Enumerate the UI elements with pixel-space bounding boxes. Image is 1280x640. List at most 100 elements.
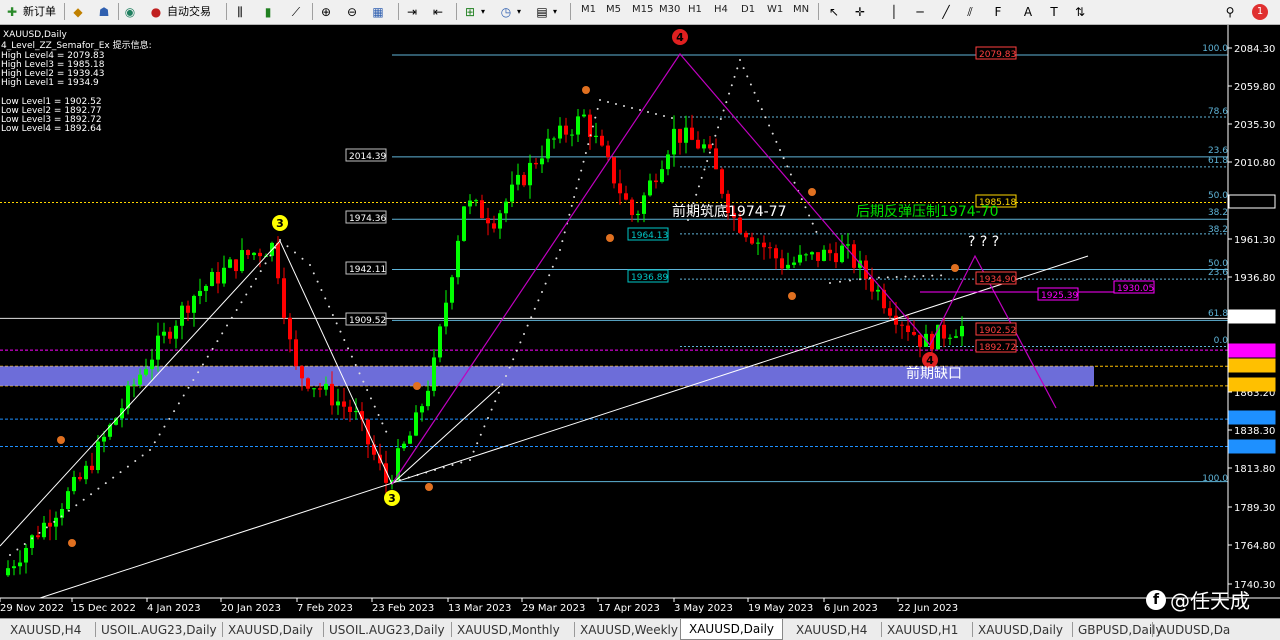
chart-tab[interactable]: XAUUSD,H1 [887,621,958,639]
text-label-button[interactable]: T [1046,2,1062,21]
notifications-button[interactable]: 1 [1252,2,1268,21]
candle-body [162,331,166,336]
candle-body [456,240,460,278]
chart-tab[interactable]: XAUUSD,H4 [10,621,81,639]
candlestick [462,206,466,242]
timeframe-d1[interactable]: D1 [741,4,755,15]
stop-dot [877,276,880,279]
candle-body [420,406,424,413]
date-tick-label: 6 Jun 2023 [824,603,878,614]
chart-tab[interactable]: AUDUSD,Da [1158,621,1230,639]
timeframe-m15[interactable]: M15 [632,4,653,15]
chart-tab[interactable]: XAUUSD,Weekly [580,621,678,639]
date-tick-label: 13 Mar 2023 [448,603,511,614]
candle-body [348,406,352,413]
candle-body [426,390,430,407]
stop-dot [530,316,533,319]
timeframe-h4[interactable]: H4 [714,4,728,15]
candle-body [342,401,346,407]
stop-dot [505,375,507,377]
stop-dot [808,214,811,217]
zoom-in-button[interactable]: ⊕ [318,2,334,21]
chart-tab[interactable]: USOIL.AUG23,Daily [101,621,217,639]
horizontal-line-button[interactable]: ─ [912,2,928,21]
timeframe-m1[interactable]: M1 [581,4,596,15]
stop-dot [742,67,745,70]
market-button[interactable]: ◉ [122,2,138,21]
stop-dot [559,249,561,251]
stop-dot [230,316,233,319]
candle-body [576,116,580,135]
stop-dot [839,280,841,283]
line-chart-button[interactable]: ⟋ [288,2,304,21]
signals-button[interactable]: ☗ [96,2,112,21]
autoscroll-button[interactable]: ⇥ [404,2,420,21]
chart-tab[interactable]: XAUUSD,H4 [796,621,867,639]
stop-dot [497,391,500,394]
templates-button[interactable]: ▤ ▾ [534,2,557,21]
price-chart[interactable]: 4334 100.078.623.661.850.038.238.250.023… [0,25,1280,618]
weibo-logo-icon: f [1146,589,1166,610]
timeframe-mn[interactable]: MN [793,4,809,15]
candle-body [144,369,148,375]
candle-chart-button[interactable]: ▮ [260,2,276,21]
cursor-button[interactable]: ↖ [826,2,842,21]
channel-button[interactable]: ⫽ [962,2,978,21]
trendline-button[interactable]: ╱ [938,2,954,21]
stop-dot [533,307,536,310]
candle-body [960,325,964,337]
periods-button[interactable]: ◷ ▾ [498,2,521,21]
indicators-button[interactable]: ⊞ ▾ [462,2,485,21]
stop-dot [149,449,151,451]
search-button[interactable]: ⚲ [1222,2,1238,21]
stop-dot [615,103,617,105]
zoom-out-button[interactable]: ⊖ [344,2,360,21]
stop-dot [226,324,229,327]
text-button[interactable]: A [1020,2,1036,21]
semafor-dot [413,382,421,390]
timeframe-h1[interactable]: H1 [688,4,702,15]
tile-windows-button[interactable]: ▦ [370,2,386,21]
price-box-label: 1964.13 [631,231,668,241]
stop-dot [811,222,814,225]
fib-level-label: 61.8 [1208,156,1228,166]
crosshair-button[interactable]: ✛ [852,2,868,21]
chart-tab[interactable]: XAUUSD,Daily [228,621,313,639]
timeframe-w1[interactable]: W1 [767,4,783,15]
chart-tab[interactable]: USOIL.AUG23,Daily [329,621,445,639]
timeframe-m5[interactable]: M5 [606,4,621,15]
chart-tab[interactable]: XAUUSD,Monthly [457,621,560,639]
candle-body [138,374,142,385]
date-tick-label: 7 Feb 2023 [297,603,353,614]
stop-dot [339,330,342,333]
stop-dot [259,270,262,273]
bar-chart-button[interactable]: ⫼ [232,2,248,21]
stop-dot [607,101,609,103]
fibonacci-button[interactable]: F [990,2,1006,21]
stop-dot [895,276,898,278]
stop-dot [859,278,861,281]
stop-dot [264,262,267,265]
candle-body [66,491,70,509]
candle-body [708,144,712,149]
vertical-line-button[interactable]: │ [886,2,902,21]
new-order-button[interactable]: ✚ 新订单 [4,2,56,21]
candlestick [438,323,442,363]
stop-dot [173,410,176,413]
price-tick-label: 2084.30 [1234,44,1275,55]
stop-dot [104,482,107,485]
candle-body [744,232,748,238]
stop-dot [354,364,357,366]
chart-tab[interactable]: XAUUSD,Daily [978,621,1063,639]
chart-shift-button[interactable]: ⇤ [430,2,446,21]
level-value-label: 1909.52 [349,316,386,326]
chart-tab[interactable]: XAUUSD,Daily [680,619,784,640]
semafor-dot [808,188,816,196]
arrows-button[interactable]: ⇅ [1072,2,1088,21]
history-button[interactable]: ◆ [70,2,86,21]
candle-body [294,339,298,367]
timeframe-m30[interactable]: M30 [659,4,680,15]
candle-body [444,302,448,327]
auto-trading-button[interactable]: ● 自动交易 [148,2,211,21]
chart-tab[interactable]: GBPUSD,Daily [1078,621,1163,639]
